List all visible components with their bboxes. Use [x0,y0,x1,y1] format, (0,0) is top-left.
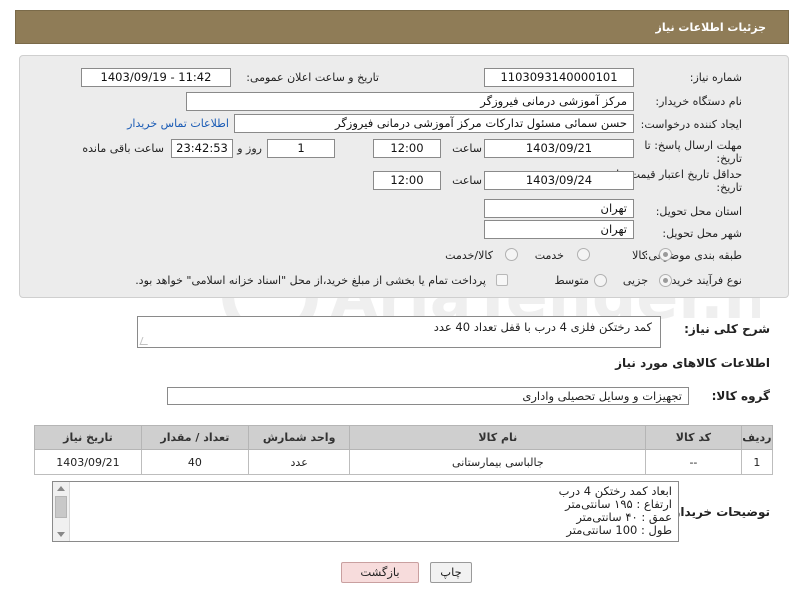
print-button[interactable]: چاپ [430,562,472,583]
province-field: تهران [484,199,634,218]
announce-datetime-label: تاریخ و ساعت اعلان عمومی: [246,71,379,84]
price-date-field: 1403/09/24 [484,171,634,190]
page-header: جزئیات اطلاعات نیاز [15,10,789,44]
goods-table: ردیف کد کالا نام کالا واحد شمارش تعداد /… [34,425,774,475]
scroll-down-icon[interactable] [57,532,65,537]
days-label: روز و [237,142,262,155]
description-label: شرح کلی نیاز: [684,322,770,336]
creator-field: حسن سمائی مسئول تدارکات مرکز آموزشی درما… [234,114,634,133]
process-minor-label: جزیی [622,274,648,287]
buyer-notes-label: توضیحات خریدار: [668,505,770,519]
goods-group-label: گروه کالا: [711,389,770,403]
cell-row: 1 [740,449,774,475]
scroll-thumb[interactable] [55,496,67,518]
announce-datetime-field: 1403/09/19 - 11:42 [81,68,231,87]
buyer-contact-link[interactable]: اطلاعات تماس خریدار [127,117,229,130]
process-medium-label: متوسط [554,274,589,287]
col-qty-header: تعداد / مقدار [140,425,249,450]
process-medium-radio[interactable] [594,274,607,287]
table-row: 1 -- جالباسی بیمارستانی عدد 40 1403/09/2… [34,449,774,475]
buyer-org-label: نام دستگاه خریدار: [655,95,742,108]
treasury-payment-note: پرداخت تمام یا بخشی از مبلغ خرید،از محل … [135,274,486,287]
cell-unit: عدد [247,449,351,475]
time-remaining-label: ساعت باقی مانده [82,142,164,155]
goods-section-title: اطلاعات کالاهای مورد نیاز [615,356,770,370]
days-remaining-field: 1 [267,139,335,158]
process-minor-radio[interactable] [659,274,672,287]
goods-group-field: تجهیزات و وسایل تحصیلی واداری [167,387,689,405]
time-remaining-field: 23:42:53 [171,139,233,158]
category-service-label: خدمت [534,249,564,262]
col-date-header: تاریخ نیاز [34,425,142,450]
col-unit-header: واحد شمارش [247,425,351,450]
reply-time-field: 12:00 [373,139,441,158]
buyer-notes-box: ابعاد کمد رختکن 4 درب ارتفاع : ۱۹۵ سانتی… [52,481,679,542]
category-service-radio[interactable] [577,248,590,261]
city-field: تهران [484,220,634,239]
need-number-label: شماره نیاز: [689,71,742,84]
price-time-field: 12:00 [373,171,441,190]
cell-code: -- [645,449,742,475]
province-label: استان محل تحویل: [655,205,742,218]
need-number-field: 1103093140000101 [484,68,634,87]
cell-date: 1403/09/21 [34,449,142,475]
cell-name: جالباسی بیمارستانی [349,449,647,475]
creator-label: ایجاد کننده درخواست: [640,118,742,131]
price-deadline-label: حداقل تاریخ اعتبار قیمت: تا [616,168,742,181]
price-deadline-date-label: تاریخ: [716,181,742,194]
reply-time-label: ساعت [452,142,482,155]
resize-grip-icon[interactable] [139,337,151,345]
category-goods-label: کالا [632,249,647,262]
city-label: شهر محل تحویل: [662,227,742,240]
price-time-label: ساعت [452,174,482,187]
category-goods-service-label: کالا/خدمت [445,249,493,262]
page-title: جزئیات اطلاعات نیاز [655,21,767,34]
notes-scrollbar[interactable] [53,482,70,541]
col-row-header: ردیف [740,425,774,450]
category-goods-radio[interactable] [659,248,672,261]
description-box: کمد رختکن فلزی 4 درب با قفل تعداد 40 عدد [137,316,661,348]
treasury-payment-checkbox[interactable] [496,274,508,286]
reply-date-field: 1403/09/21 [484,139,634,158]
scroll-up-icon[interactable] [57,486,65,491]
category-goods-service-radio[interactable] [505,248,518,261]
reply-deadline-label: مهلت ارسال پاسخ: تا [644,139,742,152]
description-text: کمد رختکن فلزی 4 درب با قفل تعداد 40 عدد [433,320,652,334]
buyer-notes-text: ابعاد کمد رختکن 4 درب ارتفاع : ۱۹۵ سانتی… [559,485,672,537]
cell-qty: 40 [140,449,249,475]
back-button[interactable]: بازگشت [341,562,419,583]
buyer-org-field: مرکز آموزشی درمانی فیروزگر [186,92,634,111]
table-header-row: ردیف کد کالا نام کالا واحد شمارش تعداد /… [34,425,774,450]
col-name-header: نام کالا [349,425,647,450]
col-code-header: کد کالا [645,425,742,450]
reply-deadline-date-label: تاریخ: [716,152,742,165]
process-type-label: نوع فرآیند خرید : [664,274,742,287]
notes-line: طول : 100 سانتی‌متر [566,523,672,537]
